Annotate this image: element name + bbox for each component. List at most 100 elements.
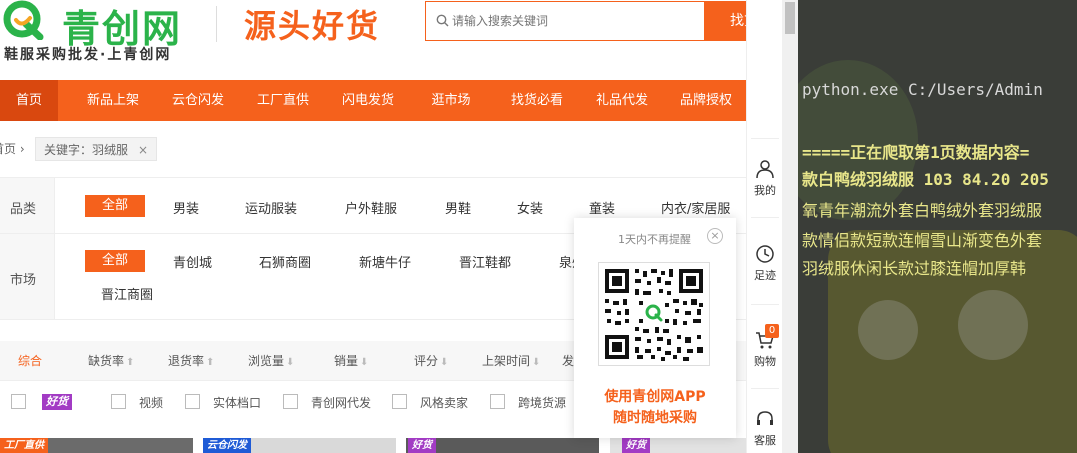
sort-label: 缺货率	[88, 354, 125, 368]
webpage: 青创网 鞋服采购批发·上青创网 源头好货 找货 首页 新品上架 云仓闪发 工厂直…	[0, 0, 784, 453]
search-icon	[436, 14, 449, 27]
sidebar-divider	[751, 388, 779, 389]
cart-count-badge: 0	[765, 324, 779, 338]
checkbox-label: 风格卖家	[420, 396, 469, 410]
checkbox-dropship[interactable]	[283, 394, 298, 409]
nav-item-cloud[interactable]: 云仓闪发	[160, 80, 236, 121]
checkbox-style-seller[interactable]	[392, 394, 407, 409]
sort-ship[interactable]: 发	[562, 341, 574, 381]
sort-label: 浏览量	[248, 354, 285, 368]
checkbox-good[interactable]	[11, 394, 26, 409]
sort-views[interactable]: 浏览量 ⬇	[248, 341, 294, 381]
sidebar-divider	[751, 138, 779, 139]
close-icon[interactable]: ×	[707, 228, 723, 244]
market-option[interactable]: 青创城	[173, 252, 212, 271]
product-tag: 工厂直供	[0, 438, 48, 453]
product-tag: 好货	[622, 438, 650, 453]
terminal-line: =====正在爬取第1页数据内容=	[802, 143, 1030, 162]
terminal-line: python.exe C:/Users/Admin	[802, 80, 1043, 99]
close-icon[interactable]: ×	[138, 143, 148, 157]
category-option[interactable]: 男鞋	[445, 198, 471, 217]
category-option[interactable]: 户外鞋服	[345, 198, 397, 217]
tagline: 源头好货	[244, 7, 381, 45]
sort-sales[interactable]: 销量 ⬇	[334, 341, 368, 381]
sidebar-divider	[751, 217, 779, 218]
user-icon	[756, 160, 774, 179]
nav-item-gift[interactable]: 礼品代发	[584, 80, 660, 121]
category-label: 品类	[10, 202, 37, 217]
scrollbar-thumb[interactable]	[785, 2, 795, 34]
terminal-line: 款情侣款短款连帽雪山渐变色外套	[802, 231, 1043, 250]
terminal-line: 氧青年潮流外套白鸭绒外套羽绒服	[802, 201, 1043, 220]
nav-item-brand[interactable]: 品牌授权	[668, 80, 744, 121]
sort-listing-time[interactable]: 上架时间 ⬇	[482, 341, 540, 381]
sidebar-item-label: 购物	[754, 355, 776, 368]
nav-item-home[interactable]: 首页	[0, 80, 58, 121]
good-goods-badge: 好货	[42, 394, 72, 410]
market-option[interactable]: 石狮商圈	[259, 252, 311, 271]
product-tag: 好货	[408, 438, 436, 453]
sort-return[interactable]: 退货率 ⬆	[168, 341, 214, 381]
slogan: 鞋服采购批发·上青创网	[4, 47, 172, 63]
sort-label: 销量	[334, 354, 359, 368]
category-option-all[interactable]: 全部	[85, 195, 145, 217]
category-option[interactable]: 运动服装	[245, 198, 297, 217]
checkbox-label: 实体档口	[213, 396, 262, 410]
sort-default[interactable]: 综合	[18, 341, 42, 381]
search-box: 找货	[425, 1, 784, 41]
headset-icon	[757, 411, 773, 425]
browser-scrollbar[interactable]	[782, 0, 798, 453]
popup-dismiss-notice[interactable]: 1天内不再提醒	[618, 231, 691, 247]
wallpaper-shape	[858, 300, 918, 360]
keyword-tag: 关键字：羽绒服 ×	[35, 137, 158, 161]
app-download-popup: 1天内不再提醒 × 使用青创网APP 随时随地采购	[574, 218, 736, 438]
sort-arrow-icon: ⬇	[360, 357, 369, 368]
category-option[interactable]: 内衣/家居服	[661, 198, 730, 217]
sidebar-item-history[interactable]: 足迹	[747, 244, 783, 283]
product-tag: 云仓闪发	[203, 438, 251, 453]
checkbox-label: 跨境货源	[518, 396, 567, 410]
sidebar-item-service[interactable]: 客服	[747, 409, 783, 448]
checkbox-video[interactable]	[111, 394, 126, 409]
qr-code-icon	[599, 263, 709, 365]
sort-stockout[interactable]: 缺货率 ⬆	[88, 341, 134, 381]
site-logo[interactable]: 青创网 鞋服采购批发·上青创网	[0, 0, 200, 70]
nav-item-market[interactable]: 逛市场	[420, 80, 482, 121]
sort-label: 退货率	[168, 354, 205, 368]
nav-item-new[interactable]: 新品上架	[76, 80, 150, 121]
terminal-window: python.exe C:/Users/Admin =====正在爬取第1页数据…	[798, 0, 1077, 453]
nav-item-factory[interactable]: 工厂直供	[246, 80, 320, 121]
category-option[interactable]: 女装	[517, 198, 543, 217]
nav-item-guide[interactable]: 找货必看	[500, 80, 574, 121]
right-sidebar: 我的 足迹 购物 客服	[746, 0, 782, 453]
checkbox-label: 青创网代发	[311, 396, 372, 410]
logo-q-icon	[3, 0, 44, 40]
sort-arrow-icon: ⬇	[440, 357, 449, 368]
nav-item-flash[interactable]: 闪电发货	[330, 80, 406, 121]
market-option[interactable]: 新塘牛仔	[359, 252, 411, 271]
checkbox-stall[interactable]	[185, 394, 200, 409]
qr-code	[598, 262, 710, 366]
checkbox-label: 视频	[139, 396, 164, 410]
terminal-line: 款白鸭绒羽绒服 103 84.20 205	[802, 170, 1049, 189]
market-option[interactable]: 晋江鞋都	[459, 252, 511, 271]
market-option-all[interactable]: 全部	[85, 250, 145, 272]
sort-rating[interactable]: 评分 ⬇	[414, 341, 448, 381]
terminal-line: 羽绒服休闲长款过膝连帽加厚韩	[802, 259, 1027, 278]
popup-subline: 随时随地采购	[613, 410, 697, 426]
category-option[interactable]: 童装	[589, 198, 615, 217]
clock-icon	[756, 245, 774, 263]
sidebar-item-label: 客服	[754, 434, 776, 447]
checkbox-cross-border[interactable]	[490, 394, 505, 409]
sort-arrow-icon: ⬆	[206, 357, 215, 368]
sort-arrow-icon: ⬇	[532, 357, 541, 368]
sort-arrow-icon: ⬇	[286, 357, 295, 368]
category-option[interactable]: 男装	[173, 198, 199, 217]
popup-headline: 使用青创网APP	[604, 389, 706, 405]
search-input[interactable]	[452, 10, 702, 32]
sidebar-item-label: 我的	[754, 184, 776, 197]
market-option[interactable]: 晋江商圈	[101, 284, 153, 303]
sidebar-item-mine[interactable]: 我的	[747, 159, 783, 198]
breadcrumb-home[interactable]: 首页 ›	[0, 137, 25, 161]
wallpaper-shape	[958, 290, 1028, 360]
